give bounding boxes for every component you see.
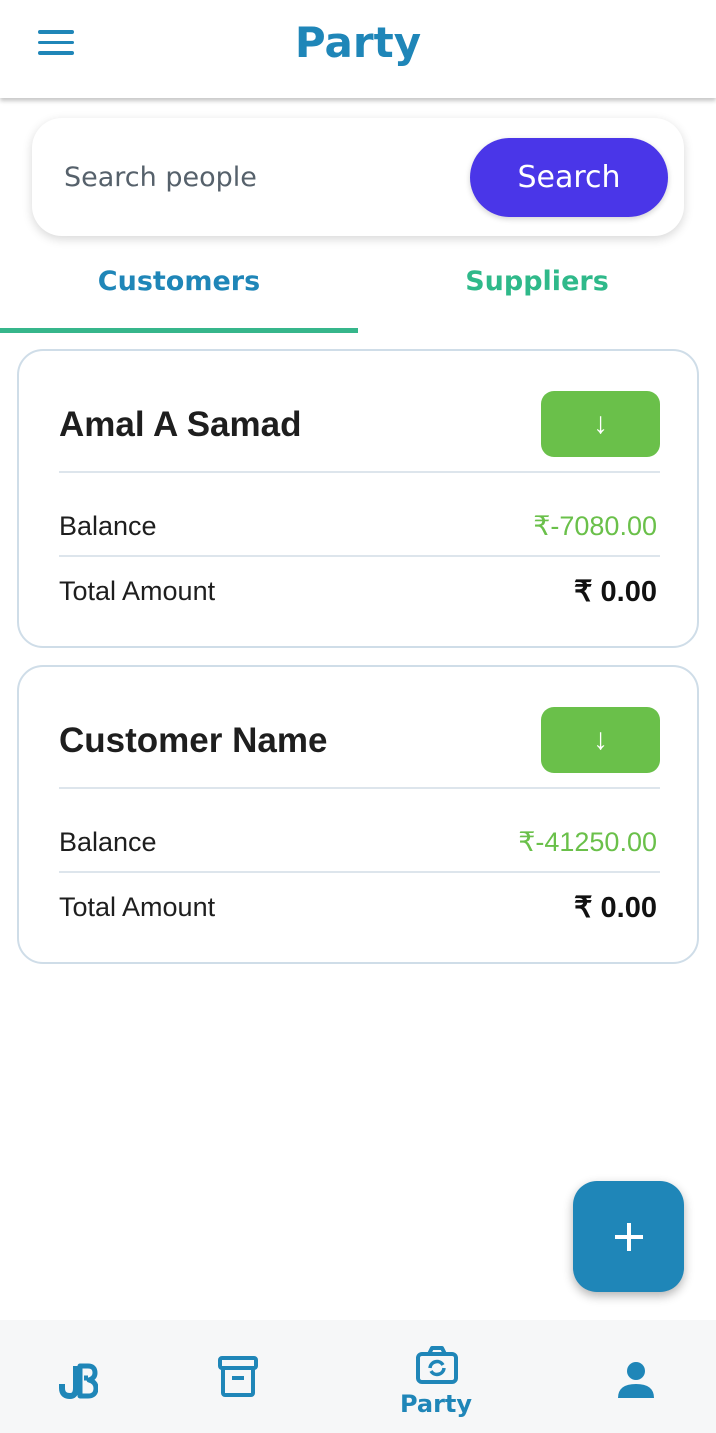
total-amount-label: Total Amount [59,576,216,606]
active-tab-indicator [0,328,358,333]
total-amount-label: Total Amount [59,892,216,922]
balance-value: ₹-41250.00 [518,827,657,857]
party-card[interactable]: Amal A Samad ↓ Balance ₹-7080.00 Total A… [17,349,699,648]
party-icon [416,1346,458,1384]
search-button[interactable]: Search [470,138,668,217]
brand-logo-icon [59,1363,98,1400]
nav-home[interactable] [40,1320,116,1433]
bottom-navigation: Party [0,1320,716,1433]
arrow-down-icon[interactable]: ↓ [541,391,660,457]
party-card[interactable]: Customer Name ↓ Balance ₹-41250.00 Total… [17,665,699,964]
divider [59,471,660,473]
party-tabs: Customers Suppliers [0,252,716,334]
page-title: Party [294,18,422,67]
tab-customers[interactable]: Customers [0,252,358,334]
nav-profile[interactable] [596,1320,676,1433]
search-bar: Search [32,118,684,236]
balance-value: ₹-7080.00 [533,511,657,541]
divider [59,555,660,557]
total-amount-value: ₹ 0.00 [574,576,657,608]
nav-archive[interactable] [200,1320,276,1433]
search-input[interactable] [64,154,454,200]
nav-party-label: Party [399,1390,473,1418]
divider [59,787,660,789]
balance-label: Balance [59,827,157,857]
nav-party[interactable]: Party [380,1320,492,1433]
person-icon [618,1362,654,1398]
tab-suppliers[interactable]: Suppliers [358,252,716,334]
party-name: Amal A Samad [59,405,302,444]
arrow-down-icon[interactable]: ↓ [541,707,660,773]
app-header: Party [0,0,716,98]
divider [59,871,660,873]
app-root: Party Search Customers Suppliers Amal A … [0,0,716,1433]
add-party-button[interactable] [573,1181,684,1292]
party-name: Customer Name [59,721,328,760]
archive-icon [218,1356,258,1397]
total-amount-value: ₹ 0.00 [574,892,657,924]
balance-label: Balance [59,511,157,541]
